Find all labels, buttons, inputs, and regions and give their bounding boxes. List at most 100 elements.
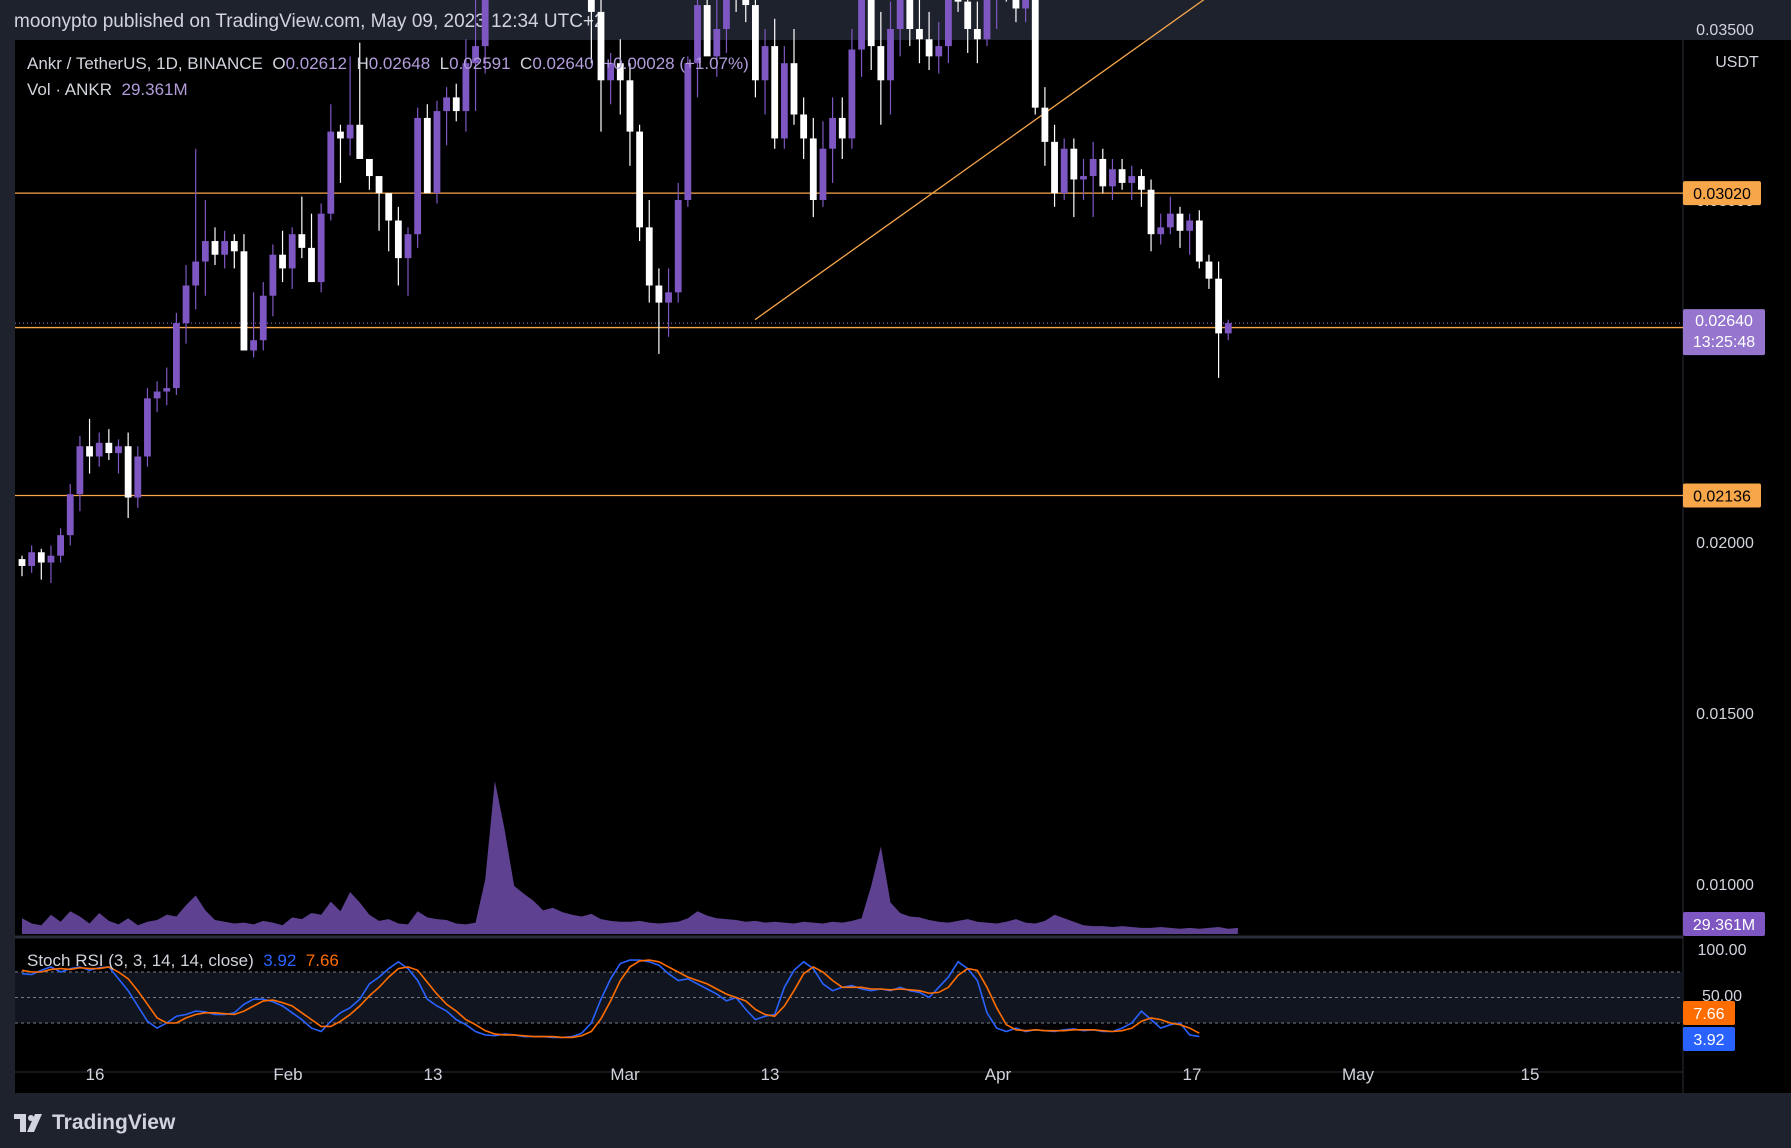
candle-body <box>819 148 827 200</box>
candle-body <box>1157 227 1165 235</box>
footer: TradingView <box>0 1096 1791 1148</box>
candle-body <box>86 446 93 457</box>
stoch-label[interactable]: Stoch RSI (3, 3, 14, 14, close) <box>27 951 254 970</box>
price-tick-label: 0.03500 <box>1696 22 1754 39</box>
main-pane-background <box>15 40 1683 1093</box>
volume-value: 29.361M <box>121 80 188 99</box>
candle-body <box>317 213 325 283</box>
brand-name: TradingView <box>52 1111 176 1134</box>
candle-body <box>964 1 972 30</box>
candle-body <box>153 391 161 399</box>
candle-body <box>47 555 55 563</box>
candle-body <box>790 63 798 115</box>
candle-body <box>1118 169 1126 183</box>
volume-badge-label: 29.361M <box>1693 917 1755 934</box>
open-value: 0.02612 <box>285 54 348 73</box>
current-price-label: 0.02640 <box>1695 313 1753 330</box>
time-tick-label: 16 <box>86 1065 105 1084</box>
candle-body <box>95 442 103 457</box>
candle-body <box>752 5 759 81</box>
tradingview-logo[interactable]: TradingView <box>14 1109 175 1137</box>
candle-body <box>346 124 354 139</box>
chart-canvas[interactable]: USDT0.055000.050000.045000.040000.035000… <box>0 0 1791 1148</box>
candle-body <box>230 241 238 252</box>
candle-body <box>906 0 914 29</box>
candle-body <box>838 117 846 139</box>
candle-body <box>848 49 856 139</box>
candle-body <box>645 227 653 286</box>
candle-body <box>858 0 865 50</box>
candle-body <box>173 323 180 389</box>
candle-body <box>723 0 730 29</box>
candle-body <box>867 0 875 47</box>
candle-body <box>192 261 200 286</box>
candle-body <box>665 292 672 303</box>
candle-body <box>337 131 344 139</box>
candle-body <box>308 247 315 283</box>
time-tick-label: Apr <box>985 1065 1012 1084</box>
candle-body <box>655 285 663 303</box>
candle-body <box>1041 107 1049 142</box>
stoch-k-value: 3.92 <box>263 951 297 970</box>
price-tick-label: 0.01500 <box>1696 706 1754 723</box>
candle-body <box>327 131 335 214</box>
candle-body <box>800 114 808 139</box>
candle-body <box>713 29 721 57</box>
candle-body <box>742 0 750 6</box>
close-value: 0.02640 <box>532 54 594 73</box>
countdown-label: 13:25:48 <box>1693 334 1755 351</box>
candle-body <box>829 117 836 149</box>
symbol-legend: Ankr / TetherUS, 1D, BINANCE O0.02612 H0… <box>27 54 749 73</box>
candle-body <box>703 5 711 57</box>
candle-body <box>1051 141 1058 194</box>
candle-body <box>983 0 991 40</box>
candle-body <box>240 251 248 351</box>
change-value: +0.00028 (+1.07%) <box>603 54 749 73</box>
candle-body <box>57 535 64 556</box>
stoch-legend: Stoch RSI (3, 3, 14, 14, close) 3.92 7.6… <box>27 951 339 971</box>
candle-body <box>1205 261 1213 279</box>
candle-body <box>925 39 933 57</box>
candle-body <box>201 241 209 262</box>
volume-label[interactable]: Vol · ANKR <box>27 80 112 99</box>
candle-body <box>423 117 431 194</box>
candle-body <box>211 241 219 255</box>
candle-body <box>973 29 981 40</box>
candle-body <box>684 63 692 201</box>
time-tick-label: 17 <box>1183 1065 1202 1084</box>
time-tick-label: 13 <box>424 1065 443 1084</box>
tradingview-logo-icon <box>14 1112 46 1134</box>
candle-body <box>124 446 132 498</box>
candle-body <box>66 494 74 536</box>
candle-body <box>935 46 943 57</box>
candle-body <box>809 138 817 200</box>
candle-body <box>279 254 286 269</box>
candle-body <box>1195 220 1203 262</box>
candle-body <box>1147 189 1155 235</box>
time-tick-label: Feb <box>273 1065 302 1084</box>
candle-body <box>443 97 450 112</box>
symbol-title[interactable]: Ankr / TetherUS, 1D, BINANCE <box>27 54 263 73</box>
candle-body <box>269 254 277 296</box>
candle-body <box>375 176 383 194</box>
candle-body <box>288 234 296 269</box>
candle-body <box>1089 158 1097 177</box>
candle-body <box>385 193 393 221</box>
candle-body <box>163 388 171 392</box>
candle-body <box>1022 0 1029 9</box>
time-tick-label: 15 <box>1521 1065 1540 1084</box>
candle-body <box>1080 176 1087 180</box>
candle-body <box>1060 148 1068 194</box>
candle-body <box>1224 323 1232 334</box>
candle-body <box>916 29 923 40</box>
candle-body <box>1099 158 1107 187</box>
candle-body <box>37 552 45 563</box>
candle-body <box>761 46 769 81</box>
price-tick-label: 0.02000 <box>1696 535 1754 552</box>
candle-body <box>945 0 952 47</box>
price-axis-unit: USDT <box>1715 54 1759 71</box>
candle-body <box>414 117 422 235</box>
candle-body <box>452 97 460 112</box>
candle-body <box>28 552 36 566</box>
candle-body <box>366 158 373 177</box>
